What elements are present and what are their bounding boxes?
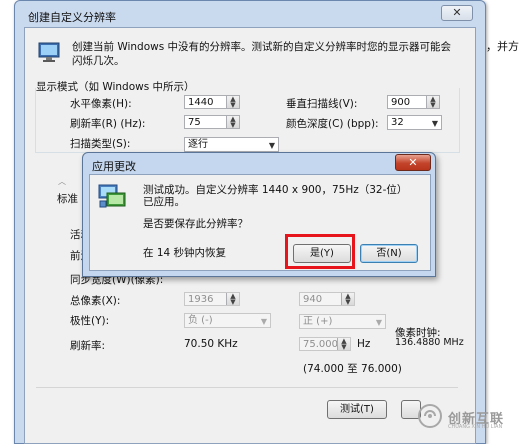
- color-depth-select[interactable]: 32 ▼: [387, 115, 442, 130]
- refresh2-khz-value: 70.50 KHz: [184, 338, 238, 350]
- chevron-down-icon: ▼: [260, 317, 267, 326]
- highlight-annotation: [285, 234, 355, 269]
- background-side-text: ，并方: [486, 40, 519, 53]
- window-close-button[interactable]: ✕: [441, 5, 473, 21]
- display-settings-icon: [98, 184, 126, 208]
- spinner-icon[interactable]: ▲ ▼: [426, 96, 439, 109]
- watermark-logo-icon: [418, 404, 442, 428]
- countdown-text: 在 14 秒钟内恢复: [143, 247, 227, 259]
- collapse-chevron-icon[interactable]: ︿: [58, 176, 66, 187]
- save-question: 是否要保存此分辨率？: [143, 218, 248, 230]
- total-pixels-h-input[interactable]: 1936 ▲ ▼: [184, 292, 240, 306]
- polarity-label: 极性(Y):: [70, 315, 110, 327]
- spinner-icon[interactable]: ▲ ▼: [226, 116, 239, 129]
- dialog-close-button[interactable]: ✕: [395, 154, 431, 171]
- spinner-icon[interactable]: ▲ ▼: [226, 96, 239, 109]
- dialog-title: 应用更改: [92, 160, 136, 173]
- total-pixels-label: 总像素(X):: [70, 295, 121, 307]
- intro-text: 创建当前 Windows 中没有的分辨率。测试新的自定义分辨率时您的显示器可能会…: [72, 41, 452, 67]
- no-button[interactable]: 否(N): [360, 244, 418, 263]
- polarity-v-select[interactable]: 正 (+) ▼: [299, 314, 386, 329]
- spinner-icon[interactable]: ▲ ▼: [226, 293, 239, 306]
- refresh-rate-input[interactable]: 75 ▲ ▼: [184, 115, 240, 129]
- scan-type-select[interactable]: 逐行 ▼: [184, 137, 279, 152]
- success-message: 测试成功。自定义分辨率 1440 x 900，75Hz（32-位）已应用。: [143, 184, 408, 208]
- chevron-down-icon: ▼: [375, 318, 382, 327]
- divider: [36, 387, 458, 388]
- chevron-down-icon: ▼: [431, 119, 438, 128]
- spinner-icon[interactable]: ▲ ▼: [341, 293, 354, 306]
- standard-label: 标准: [57, 193, 78, 205]
- refresh2-hz-unit: Hz: [357, 338, 371, 350]
- scan-type-label: 扫描类型(S):: [70, 138, 131, 150]
- vertical-lines-input[interactable]: 900 ▲ ▼: [387, 95, 440, 109]
- spinner-icon[interactable]: ▲ ▼: [337, 338, 350, 351]
- window-title: 创建自定义分辨率: [28, 11, 116, 24]
- refresh2-hz-input[interactable]: 75.000 ▲ ▼: [299, 337, 351, 351]
- horizontal-pixels-label: 水平像素(H):: [70, 98, 132, 110]
- test-button[interactable]: 测试(T): [327, 400, 387, 419]
- refresh-rate-label: 刷新率(R) (Hz):: [70, 118, 146, 130]
- watermark-subtext: CHUANG XIN HU LIAN: [448, 424, 503, 430]
- refresh-range-text: (74.000 至 76.000): [303, 363, 402, 375]
- color-depth-label: 颜色深度(C) (bpp):: [286, 118, 379, 130]
- monitor-icon: [38, 42, 60, 62]
- pixel-clock-value: 136.4880 MHz: [395, 337, 464, 348]
- polarity-h-select[interactable]: 负 (-) ▼: [184, 313, 271, 328]
- chevron-down-icon: ▼: [268, 141, 275, 150]
- horizontal-pixels-input[interactable]: 1440 ▲ ▼: [184, 95, 240, 109]
- refresh2-label: 刷新率:: [70, 340, 106, 352]
- vertical-lines-label: 垂直扫描线(V):: [286, 98, 358, 110]
- total-pixels-v-input[interactable]: 940 ▲ ▼: [299, 292, 355, 306]
